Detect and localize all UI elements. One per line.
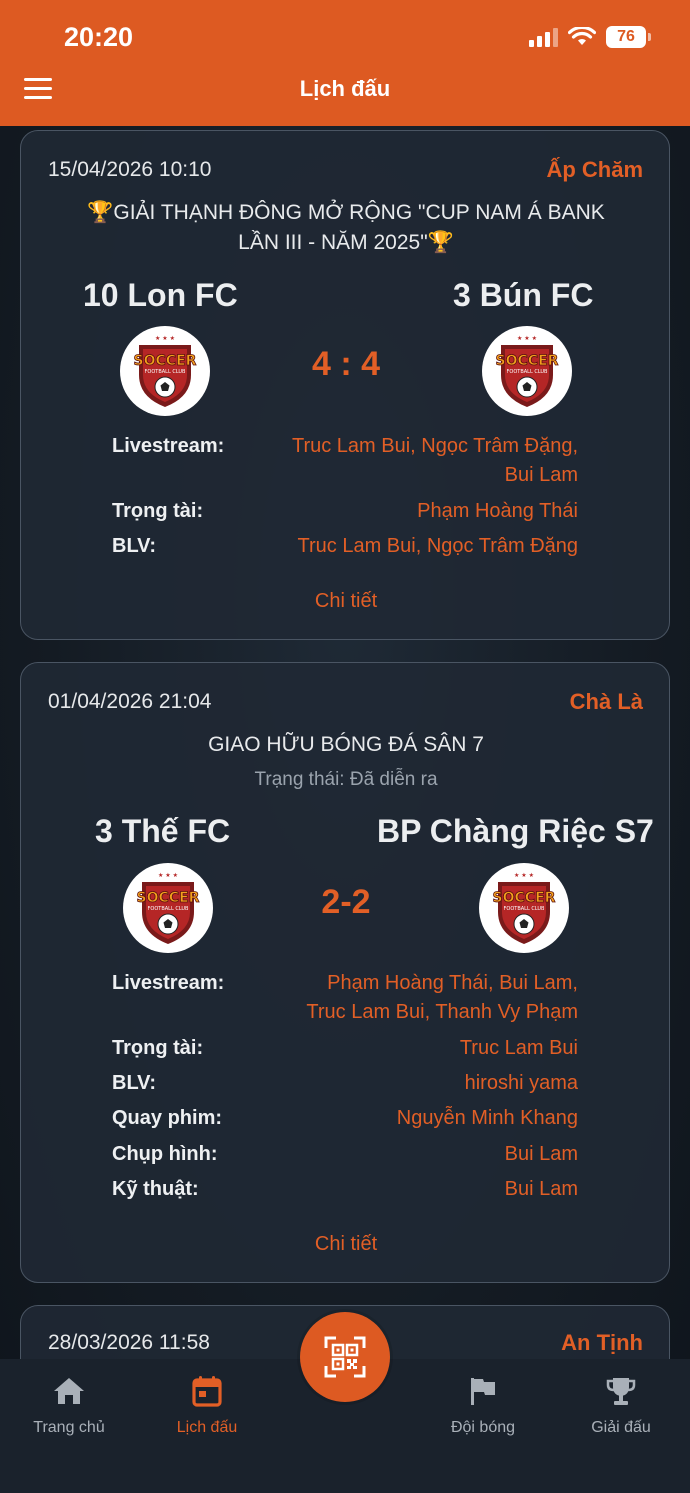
match-score: 2-2 xyxy=(321,883,371,921)
tab-schedule[interactable]: Lịch đấu xyxy=(138,1373,276,1437)
top-header: 20:20 76 Lịch đấu xyxy=(0,0,690,126)
tab-label: Lịch đấu xyxy=(176,1419,238,1436)
referee-value: Phạm Hoàng Thái xyxy=(417,500,578,522)
svg-text:★ ★ ★: ★ ★ ★ xyxy=(158,872,178,879)
page-title: Lịch đấu xyxy=(299,76,391,101)
detail-link[interactable]: Chi tiết xyxy=(21,590,671,613)
camera-label: Quay phim: xyxy=(112,1107,223,1129)
referee-label: Trọng tài: xyxy=(112,1037,204,1059)
match-venue: Ấp Chăm xyxy=(546,157,643,182)
detail-link[interactable]: Chi tiết xyxy=(21,1233,671,1256)
tech-label: Kỹ thuật: xyxy=(112,1178,199,1200)
match-score: 4 : 4 xyxy=(311,345,381,383)
livestream-value-line-1: Truc Lam Bui, Ngọc Trâm Đặng, xyxy=(291,435,578,457)
tournament-name: GIAO HỮU BÓNG ĐÁ SÂN 7 xyxy=(208,733,484,756)
tab-tournaments[interactable]: Giải đấu xyxy=(552,1373,690,1437)
commentator-value: Truc Lam Bui, Ngọc Trâm Đặng xyxy=(297,535,578,557)
match-datetime: 01/04/2026 21:04 xyxy=(48,690,212,713)
photo-value: Bui Lam xyxy=(504,1143,578,1165)
calendar-icon xyxy=(192,1376,222,1407)
tab-label: Đội bóng xyxy=(450,1419,516,1436)
match-datetime: 15/04/2026 10:10 xyxy=(48,158,212,181)
livestream-label: Livestream: xyxy=(112,972,225,994)
svg-text:★ ★ ★: ★ ★ ★ xyxy=(514,872,534,879)
match-status: Trạng thái: Đã diễn ra xyxy=(254,769,438,790)
trophy-icon xyxy=(606,1378,636,1405)
tech-value: Bui Lam xyxy=(504,1178,578,1200)
home-team-name: 3 Thế FC xyxy=(95,813,231,849)
livestream-value-line-2: Bui Lam xyxy=(504,464,578,486)
match-venue: Chà Là xyxy=(569,689,643,714)
match-card[interactable]: 01/04/2026 21:04 Chà Là GIAO HỮU BÓNG ĐÁ… xyxy=(20,662,670,1283)
tab-label: Giải đấu xyxy=(591,1419,651,1436)
status-icons: 76 xyxy=(529,26,651,48)
away-team-name: 3 Bún FC xyxy=(453,277,594,313)
home-team-name: 10 Lon FC xyxy=(83,277,238,313)
camera-value: Nguyễn Minh Khang xyxy=(396,1107,578,1129)
match-datetime: 28/03/2026 11:58 xyxy=(48,1331,210,1354)
tournament-name-line-2: LẦN III - NĂM 2025"🏆 xyxy=(238,231,454,254)
away-team-name: BP Chàng Riệc S7 xyxy=(377,813,654,849)
tournament-name-line-1: 🏆GIẢI THẠNH ĐÔNG MỞ RỘNG "CUP NAM Á BANK xyxy=(87,201,605,224)
match-venue: An Tịnh xyxy=(561,1330,643,1355)
tab-label: Trang chủ xyxy=(33,1419,105,1436)
commentator-value: hiroshi yama xyxy=(464,1072,578,1094)
referee-value: Truc Lam Bui xyxy=(459,1037,578,1059)
qr-scan-icon xyxy=(324,1336,366,1378)
tab-home[interactable]: Trang chủ xyxy=(0,1373,138,1437)
battery-icon: 76 xyxy=(606,26,651,48)
qr-scan-button[interactable] xyxy=(300,1312,390,1402)
livestream-value-line-2: Truc Lam Bui, Thanh Vy Phạm xyxy=(306,1001,578,1023)
wifi-icon xyxy=(568,27,596,45)
svg-text:★ ★ ★: ★ ★ ★ xyxy=(155,335,175,342)
commentator-label: BLV: xyxy=(112,1072,157,1094)
livestream-value-line-1: Phạm Hoàng Thái, Bui Lam, xyxy=(327,972,578,994)
photo-label: Chụp hình: xyxy=(112,1143,218,1165)
svg-text:★ ★ ★: ★ ★ ★ xyxy=(517,335,537,342)
home-icon xyxy=(54,1378,84,1404)
match-card[interactable]: 15/04/2026 10:10 Ấp Chăm 🏆GIẢI THẠNH ĐÔN… xyxy=(20,130,670,640)
referee-label: Trọng tài: xyxy=(112,500,204,522)
status-time: 20:20 xyxy=(64,22,134,52)
commentator-label: BLV: xyxy=(112,535,157,557)
livestream-label: Livestream: xyxy=(112,435,225,457)
tab-teams[interactable]: Đội bóng xyxy=(414,1373,552,1437)
flag-icon xyxy=(471,1378,495,1405)
cellular-signal-icon xyxy=(529,27,558,47)
